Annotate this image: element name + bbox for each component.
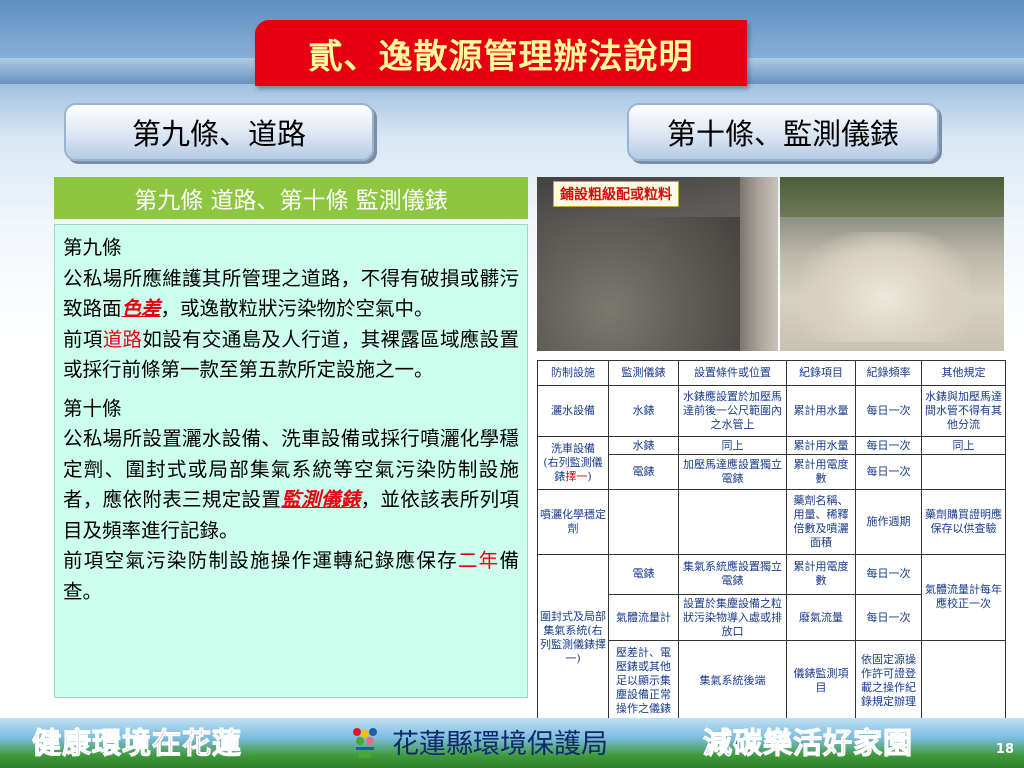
- highlight-color-difference: 色差: [121, 297, 161, 320]
- table-row: 噴灑化學穩定劑 藥劑名稱、用量、稀釋倍數及噴灑面積 施作週期 藥劑購買證明應保存…: [537, 488, 1006, 555]
- table-row: 壓差計、電壓錶或其他足以顯示集塵設備正常操作之儀錶 集氣系統後端 儀錶監測項目 …: [538, 639, 1006, 723]
- table-row: 洗車設備 (右列監測儀錶擇一) 水錶 同上 累計用水量 每日一次 同上: [537, 436, 1006, 490]
- article-10-paragraph-1: 公私場所設置灑水設備、洗車設備或採行噴灑化學穩定劑、圍封式或局部集氣系統等空氣污…: [63, 427, 519, 542]
- highlight-road: 道路: [102, 327, 143, 351]
- road-photo-gravel: 鋪設粗級配或粒料: [537, 177, 778, 351]
- wash-facility-cell: 洗車設備 (右列監測儀錶擇一): [537, 436, 609, 490]
- hualien-epb-logo-icon: [353, 728, 377, 758]
- table-row: 灑水設備 水錶 水錶應設置於加壓馬達前後一公尺範圍內之水管上 累計用水量 每日一…: [537, 385, 1006, 438]
- article-9-paragraph-2: 前項道路如設有交通島及人行道，其裸露區域應設置或採行前條第一款至第五款所定設施之…: [63, 327, 519, 382]
- regulation-text-panel: 第九條 公私場所應維護其所管理之道路，不得有破損或髒污致路面色差，或逸散粒狀污染…: [54, 224, 528, 698]
- slogan-healthy-environment: 健康環境在花蓮: [31, 726, 243, 761]
- page-number: 18: [995, 742, 1014, 757]
- article-9-heading: 第九條: [63, 236, 122, 259]
- slogan-low-carbon: 減碳樂活好家園: [702, 726, 914, 761]
- highlight-two-years: 二年: [457, 549, 500, 572]
- tab-article-10-label: 第十條、監測儀錶: [666, 117, 899, 151]
- road-photo-dust: [780, 177, 1004, 351]
- tab-article-9-road[interactable]: 第九條、道路: [64, 103, 374, 161]
- slide-title: 貳、逸散源管理辦法說明: [308, 36, 694, 77]
- panel-header: 第九條 道路、第十條 監測儀錶: [54, 177, 528, 219]
- table-header-row: 防制設施 監測儀錶 設置條件或位置 紀錄項目 紀錄頻率 其他規定: [537, 359, 1006, 387]
- article-10-heading: 第十條: [63, 396, 122, 420]
- agency-name: 花蓮縣環境保護局: [392, 729, 608, 760]
- photo-caption: 鋪設粗級配或粒料: [553, 181, 679, 207]
- panel-header-text: 第九條 道路、第十條 監測儀錶: [134, 188, 448, 214]
- table-row: 圍封式及局部集氣系統(右列監測儀錶擇一) 電錶 集氣系統應設置獨立電錶 累計用電…: [537, 553, 1006, 723]
- article-10-paragraph-2: 前項空氣污染防制設施操作運轉紀錄應保存二年備查。: [63, 549, 519, 603]
- highlight-monitor: 監測儀錶: [281, 488, 361, 511]
- tab-article-10-monitor[interactable]: 第十條、監測儀錶: [627, 103, 939, 161]
- article-9-paragraph-1: 公私場所應維護其所管理之道路，不得有破損或髒污致路面色差，或逸散粒狀污染物於空氣…: [63, 266, 519, 321]
- table-row: 電錶 加壓馬達應設置獨立電錶 累計用電度數 每日一次: [538, 454, 1006, 490]
- slide-title-box: 貳、逸散源管理辦法說明: [255, 20, 747, 86]
- tab-article-9-label: 第九條、道路: [131, 117, 306, 151]
- monitoring-spec-table: 防制設施 監測儀錶 設置條件或位置 紀錄項目 紀錄頻率 其他規定 灑水設備 水錶…: [537, 359, 1006, 723]
